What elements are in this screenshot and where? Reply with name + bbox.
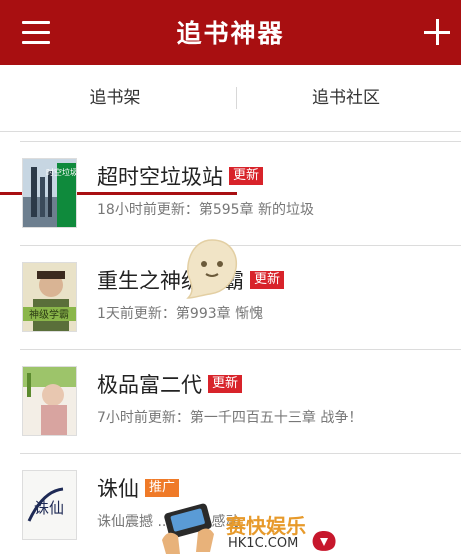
book-item[interactable]: 极品富二代 更新 7小时前更新：第一千四百五十三章 战争！ — [0, 349, 461, 453]
tab-bar: 追书架 追书社区 — [0, 65, 461, 195]
watermark-hk-text: 赛快娱乐 — [226, 514, 306, 538]
book-title: 极品富二代 — [97, 373, 202, 397]
book-cover — [22, 366, 77, 436]
cover-title: 诛仙 — [34, 499, 64, 517]
tab-bookshelf[interactable]: 追书架 — [0, 65, 230, 131]
tab-community[interactable]: 追书社区 — [231, 65, 461, 131]
book-update-info: 1天前更新：第993章 惭愧 — [97, 306, 264, 322]
app-header: 追书神器 — [0, 0, 461, 65]
update-badge: 更新 — [208, 375, 243, 393]
book-title: 诛仙 — [97, 477, 139, 501]
book-cover: 诛仙 — [22, 470, 77, 540]
mascot-watermark-icon — [186, 239, 238, 299]
app-title: 追书神器 — [176, 19, 285, 48]
watermark-hk-url: HK1C.COM — [228, 536, 299, 551]
book-cover: 时空垃圾站 — [22, 158, 77, 228]
gamepad-watermark-icon — [162, 503, 214, 554]
book-item[interactable]: 时空垃圾站 超时空垃圾站更新 18小时前更新：第595章 新的垃圾 — [0, 141, 461, 245]
book-cover: 神级学霸 — [22, 262, 77, 332]
plus-icon[interactable] — [424, 19, 450, 45]
watermark-3dm-text: 3DMGAME — [340, 528, 461, 552]
book-title: 超时空垃圾站 — [97, 165, 223, 189]
cover-title: 时空垃圾站 — [46, 167, 76, 177]
book-update-info: 7小时前更新：第一千四百五十三章 战争！ — [97, 410, 363, 426]
cover-title: 神级学霸 — [29, 308, 69, 321]
update-badge: 更新 — [250, 271, 285, 289]
promo-badge: 推广 — [145, 479, 180, 497]
book-update-info: 18小时前更新：第595章 新的垃圾 — [97, 202, 314, 218]
3dm-logo-icon — [312, 531, 336, 551]
update-badge: 更新 — [229, 167, 264, 185]
